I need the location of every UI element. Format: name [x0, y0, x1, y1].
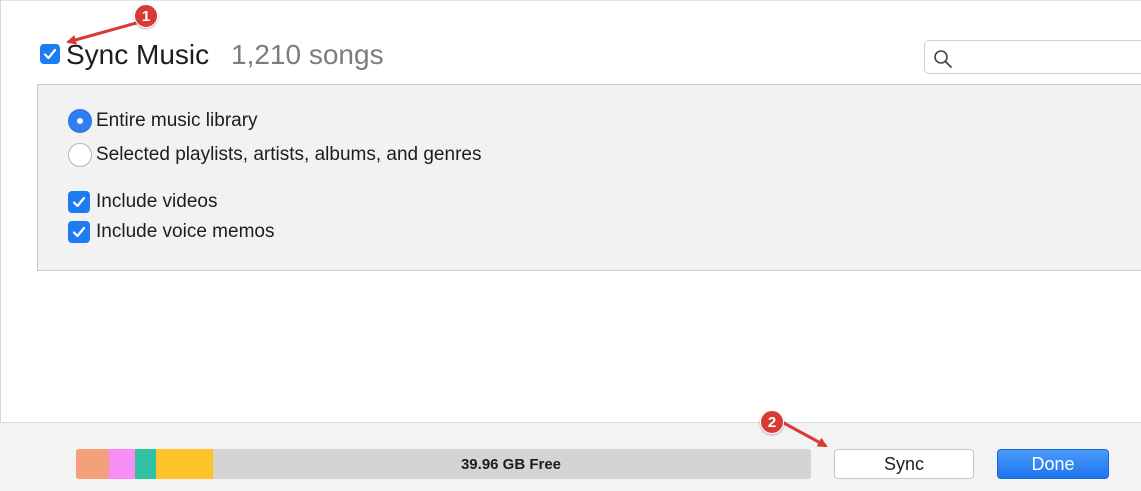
- sync-options-panel: Entire music library Selected playlists,…: [37, 84, 1141, 271]
- sync-music-checkbox[interactable]: [40, 44, 60, 64]
- radio-button-selected[interactable]: [68, 109, 92, 133]
- sync-music-title: Sync Music: [66, 39, 210, 70]
- include-videos-option[interactable]: Include videos: [68, 191, 217, 213]
- radio-selected-items[interactable]: Selected playlists, artists, albums, and…: [68, 143, 481, 167]
- storage-segment-free: [213, 449, 811, 479]
- storage-usage-bar: [76, 449, 811, 479]
- done-button[interactable]: Done: [997, 449, 1109, 479]
- window-top-border: [0, 0, 1141, 1]
- storage-segment-documents: [156, 449, 213, 479]
- checkbox-label: Include voice memos: [96, 221, 275, 242]
- annotation-badge-2: 2: [760, 410, 784, 434]
- storage-segment-photos: [109, 449, 135, 479]
- search-icon: [934, 50, 952, 68]
- include-voice-memos-option[interactable]: Include voice memos: [68, 221, 274, 243]
- radio-entire-library[interactable]: Entire music library: [68, 109, 258, 133]
- checkmark-icon: [43, 48, 57, 60]
- checkmark-icon: [72, 226, 86, 238]
- sync-button[interactable]: Sync: [834, 449, 974, 479]
- radio-label: Entire music library: [96, 110, 258, 131]
- checkmark-icon: [72, 196, 86, 208]
- radio-button-unselected[interactable]: [68, 143, 92, 167]
- checkbox-label: Include videos: [96, 191, 218, 212]
- search-input[interactable]: [959, 45, 1133, 71]
- radio-label: Selected playlists, artists, albums, and…: [96, 144, 482, 165]
- annotation-badge-1: 1: [134, 4, 158, 28]
- storage-segment-apps: [135, 449, 156, 479]
- storage-segment-other: [76, 449, 109, 479]
- include-voice-memos-checkbox[interactable]: [68, 221, 90, 243]
- window-left-border: [0, 0, 1, 491]
- song-count: 1,210 songs: [231, 39, 384, 70]
- search-field[interactable]: [924, 40, 1141, 74]
- include-videos-checkbox[interactable]: [68, 191, 90, 213]
